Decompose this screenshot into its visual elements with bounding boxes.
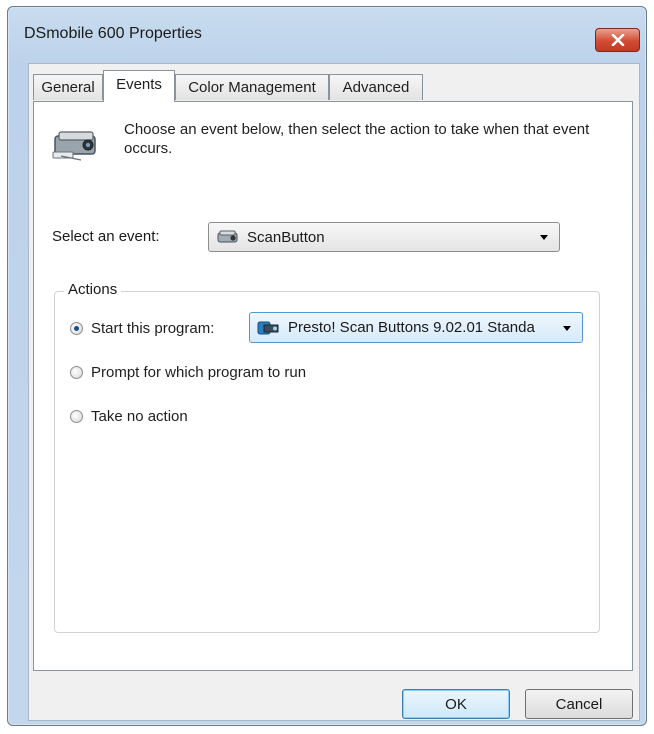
scanner-icon <box>52 131 96 161</box>
dialog-client-area: General Events Color Management Advanced… <box>28 63 640 721</box>
radio-no-action[interactable]: Take no action <box>70 408 188 425</box>
properties-window: DSmobile 600 Properties General Events C… <box>7 6 647 726</box>
radio-button[interactable] <box>70 366 83 379</box>
window-title: DSmobile 600 Properties <box>24 25 202 42</box>
radio-start-program[interactable]: Start this program: <box>70 320 214 337</box>
program-dropdown[interactable]: Presto! Scan Buttons 9.02.01 Standa <box>249 312 583 343</box>
close-button[interactable] <box>595 28 640 52</box>
event-dropdown-value: ScanButton <box>247 228 325 246</box>
tab-color-management[interactable]: Color Management <box>175 74 329 100</box>
radio-button[interactable] <box>70 410 83 423</box>
close-icon <box>611 34 624 46</box>
tab-events[interactable]: Events <box>103 70 175 102</box>
presto-app-icon <box>257 321 279 334</box>
tab-general[interactable]: General <box>33 74 103 100</box>
scanner-icon <box>217 230 238 243</box>
radio-label-prompt-program: Prompt for which program to run <box>91 364 307 381</box>
tab-strip: General Events Color Management Advanced <box>33 70 633 104</box>
event-dropdown[interactable]: ScanButton <box>208 222 560 252</box>
radio-prompt-program[interactable]: Prompt for which program to run <box>70 364 306 381</box>
chevron-down-icon <box>563 325 571 331</box>
title-bar[interactable]: DSmobile 600 Properties <box>8 7 646 61</box>
intro-text: Choose an event below, then select the a… <box>124 121 590 157</box>
radio-label-no-action: Take no action <box>91 408 188 425</box>
cancel-button[interactable]: Cancel <box>525 689 633 719</box>
events-panel: Choose an event below, then select the a… <box>33 101 633 671</box>
radio-label-start-program: Start this program: <box>91 320 215 337</box>
program-dropdown-value: Presto! Scan Buttons 9.02.01 Standa <box>288 319 535 336</box>
select-event-label: Select an event: <box>52 228 160 245</box>
actions-legend: Actions <box>64 281 122 298</box>
tab-advanced[interactable]: Advanced <box>329 74 423 100</box>
ok-button[interactable]: OK <box>402 689 510 719</box>
chevron-down-icon <box>540 235 548 240</box>
radio-button-checked[interactable] <box>70 322 83 335</box>
